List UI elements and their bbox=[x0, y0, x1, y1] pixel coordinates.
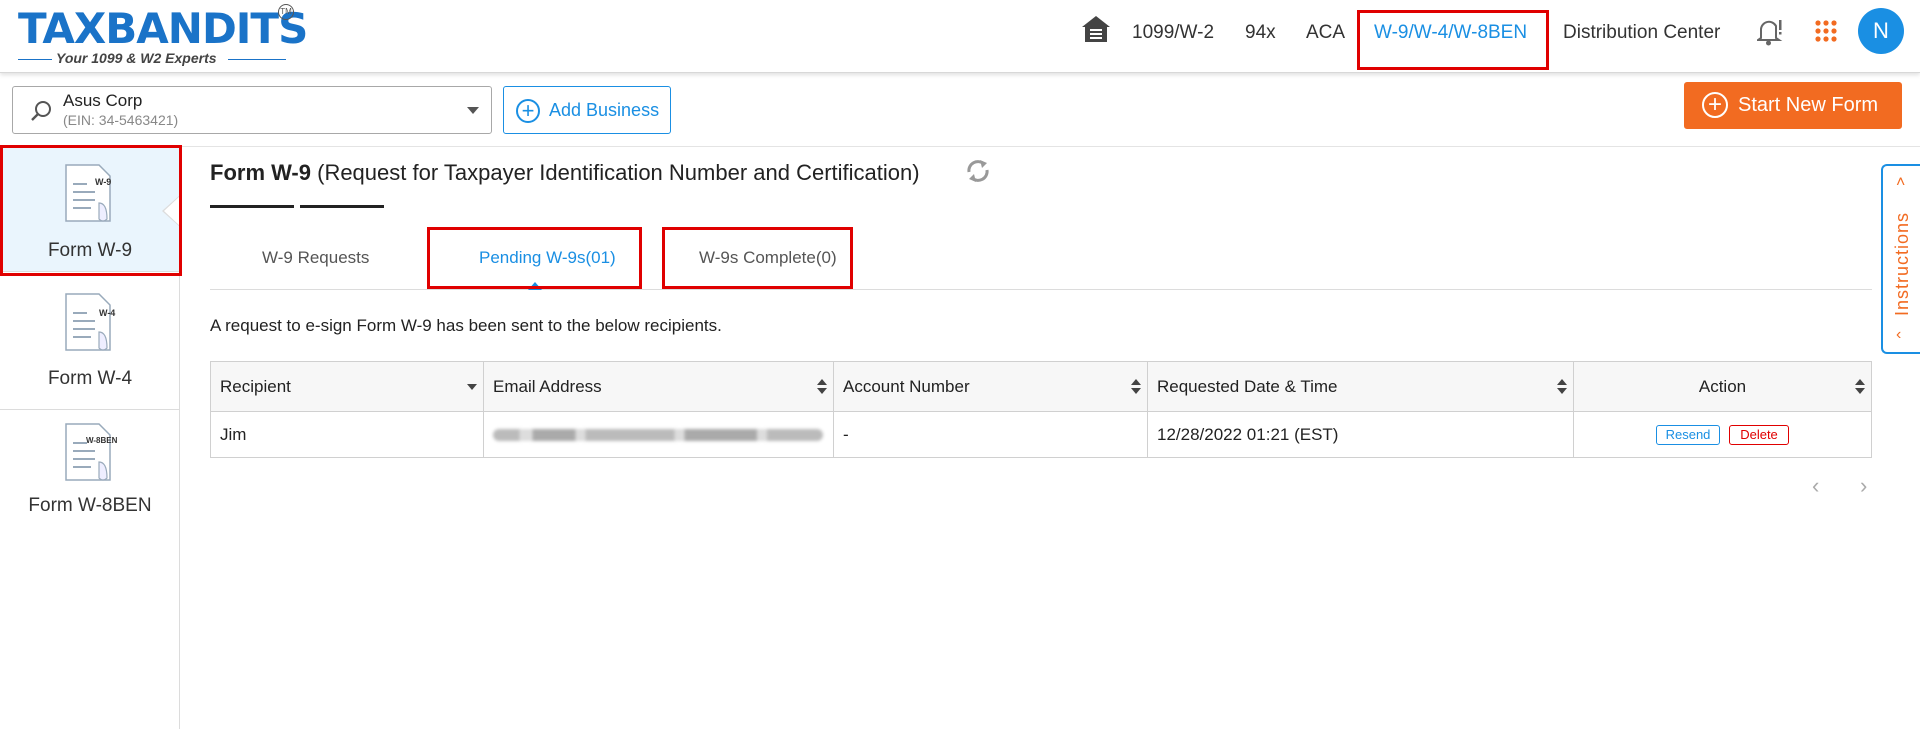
plus-circle-icon: + bbox=[1702, 92, 1728, 118]
cell-email bbox=[484, 412, 834, 457]
sidebar-item-form-w4[interactable]: W-4 Form W-4 bbox=[0, 272, 180, 396]
logo-tagline: Your 1099 & W2 Experts bbox=[56, 50, 217, 66]
add-business-label: Add Business bbox=[549, 100, 660, 120]
sidebar-item-form-w8ben[interactable]: W-8BEN Form W-8BEN bbox=[0, 410, 180, 534]
sort-icon bbox=[1131, 379, 1141, 395]
column-header-action[interactable]: Action bbox=[1574, 362, 1871, 411]
instructions-tab[interactable]: ˄ Instructions ‹ bbox=[1881, 164, 1920, 354]
apps-grid-icon[interactable] bbox=[1815, 20, 1837, 42]
recipients-table: Recipient Email Address Account Number R… bbox=[210, 361, 1872, 458]
business-selector[interactable]: Asus Corp (EIN: 34-5463421) bbox=[12, 86, 492, 134]
chevron-up-icon: ˄ bbox=[1896, 174, 1906, 191]
logo-trademark: TM bbox=[278, 4, 294, 20]
column-header-account[interactable]: Account Number bbox=[834, 362, 1148, 411]
highlight-sidebar-w9 bbox=[0, 145, 182, 276]
column-label: Recipient bbox=[220, 376, 291, 396]
top-bar: TAXBANDITS TM Your 1099 & W2 Experts 109… bbox=[0, 0, 1920, 73]
column-label: Requested Date & Time bbox=[1157, 376, 1338, 396]
logo-rule-left bbox=[18, 59, 52, 60]
home-icon[interactable] bbox=[1080, 14, 1112, 44]
cell-account: - bbox=[834, 412, 1148, 457]
add-business-button[interactable]: + Add Business bbox=[503, 86, 671, 134]
column-header-requested[interactable]: Requested Date & Time bbox=[1148, 362, 1574, 411]
cell-requested: 12/28/2022 01:21 (EST) bbox=[1148, 412, 1574, 457]
chevron-left-icon: ‹ bbox=[1896, 326, 1902, 343]
nav-distribution-center[interactable]: Distribution Center bbox=[1563, 22, 1720, 44]
page-title-form: Form W-9 bbox=[210, 160, 311, 185]
w4-icon-text: W-4 bbox=[99, 308, 116, 318]
nav-aca[interactable]: ACA bbox=[1306, 22, 1345, 44]
pager-next-button[interactable]: › bbox=[1860, 473, 1876, 498]
sort-desc-icon bbox=[467, 384, 477, 390]
document-w8ben-icon bbox=[65, 423, 111, 481]
logo-rule-right bbox=[228, 59, 286, 60]
highlight-tab-pending bbox=[427, 227, 642, 289]
sidebar-item-label: Form W-8BEN bbox=[28, 495, 152, 516]
plus-circle-icon: + bbox=[516, 99, 540, 123]
page-title-desc: (Request for Taxpayer Identification Num… bbox=[311, 160, 920, 185]
sort-icon bbox=[817, 379, 827, 395]
cell-recipient: Jim bbox=[211, 412, 484, 457]
redacted-email bbox=[493, 428, 823, 441]
column-label: Action bbox=[1698, 376, 1747, 396]
w8ben-icon-text: W-8BEN bbox=[86, 436, 118, 445]
instructions-label: Instructions bbox=[1892, 211, 1912, 316]
table-row: Jim - 12/28/2022 01:21 (EST) Resend Dele… bbox=[211, 412, 1871, 457]
highlight-nav-w9 bbox=[1357, 10, 1549, 70]
resend-button[interactable]: Resend bbox=[1656, 425, 1720, 445]
info-message: A request to e-sign Form W-9 has been se… bbox=[210, 316, 722, 335]
sort-icon bbox=[1557, 379, 1567, 395]
column-header-email[interactable]: Email Address bbox=[484, 362, 834, 411]
bell-icon[interactable] bbox=[1757, 16, 1783, 46]
start-new-form-label: Start New Form bbox=[1738, 94, 1879, 116]
sort-icon bbox=[1855, 379, 1865, 395]
page-title: Form W-9 (Request for Taxpayer Identific… bbox=[210, 160, 920, 186]
document-w4-icon bbox=[65, 293, 111, 351]
tab-w9-requests[interactable]: W-9 Requests bbox=[262, 248, 369, 268]
search-icon bbox=[31, 101, 51, 121]
sidebar-item-label: Form W-4 bbox=[47, 368, 133, 389]
column-header-recipient[interactable]: Recipient bbox=[211, 362, 484, 411]
delete-button[interactable]: Delete bbox=[1729, 425, 1789, 445]
taxbandits-logo[interactable]: TAXBANDITS TM Your 1099 & W2 Experts bbox=[14, 4, 308, 66]
refresh-icon[interactable] bbox=[963, 155, 993, 187]
highlight-tab-complete bbox=[662, 227, 853, 289]
pager-prev-button[interactable]: ‹ bbox=[1812, 473, 1828, 498]
logo-wordmark: TAXBANDITS bbox=[18, 4, 308, 53]
chevron-down-icon bbox=[467, 107, 479, 114]
nav-1099-w2[interactable]: 1099/W-2 bbox=[1132, 22, 1214, 44]
toolbar-divider bbox=[0, 146, 1920, 147]
user-avatar[interactable]: N bbox=[1858, 8, 1904, 54]
column-label: Email Address bbox=[493, 376, 602, 396]
start-new-form-button[interactable]: + Start New Form bbox=[1684, 82, 1902, 129]
title-underline bbox=[300, 205, 384, 208]
cell-action: Resend Delete bbox=[1574, 412, 1871, 457]
column-label: Account Number bbox=[843, 376, 970, 396]
nav-94x[interactable]: 94x bbox=[1245, 22, 1276, 44]
title-underline bbox=[210, 205, 294, 208]
business-name: Asus Corp bbox=[63, 91, 143, 110]
business-ein: (EIN: 34-5463421) bbox=[63, 112, 179, 128]
table-header: Recipient Email Address Account Number R… bbox=[211, 362, 1871, 412]
